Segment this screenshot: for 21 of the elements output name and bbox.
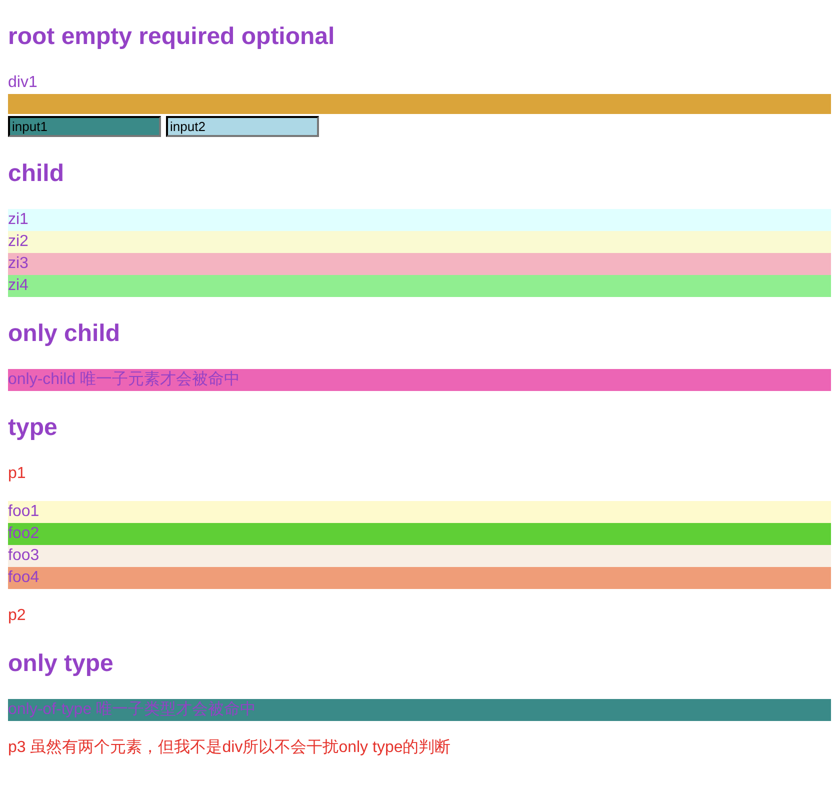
shaded-row: foo3 [8,545,831,567]
text-input[interactable]: input2 [166,116,319,137]
paragraph-text: p1 [8,464,27,484]
paragraph-text: p2 [8,606,27,626]
shaded-row: foo4 [8,567,831,589]
shaded-row: zi2 [8,231,831,253]
section-heading: only type [8,648,114,678]
paragraph-text: p3 虽然有两个元素，但我不是div所以不会干扰only type的判断 [8,738,452,758]
text-line: div1 [8,73,38,93]
shaded-row: only-of-type 唯一子类型才会被命中 [8,699,831,721]
shaded-row: foo1 [8,501,831,523]
shaded-row: zi4 [8,275,831,297]
section-heading: child [8,158,66,188]
text-input[interactable]: input1 [8,116,161,137]
shaded-row: zi3 [8,253,831,275]
shaded-row: only-child 唯一子元素才会被命中 [8,369,831,391]
section-heading: root empty required optional [8,22,336,52]
section-heading: type [8,412,58,442]
section-heading: only child [8,318,122,348]
shaded-row: foo2 [8,523,831,545]
shaded-row: zi1 [8,209,831,231]
